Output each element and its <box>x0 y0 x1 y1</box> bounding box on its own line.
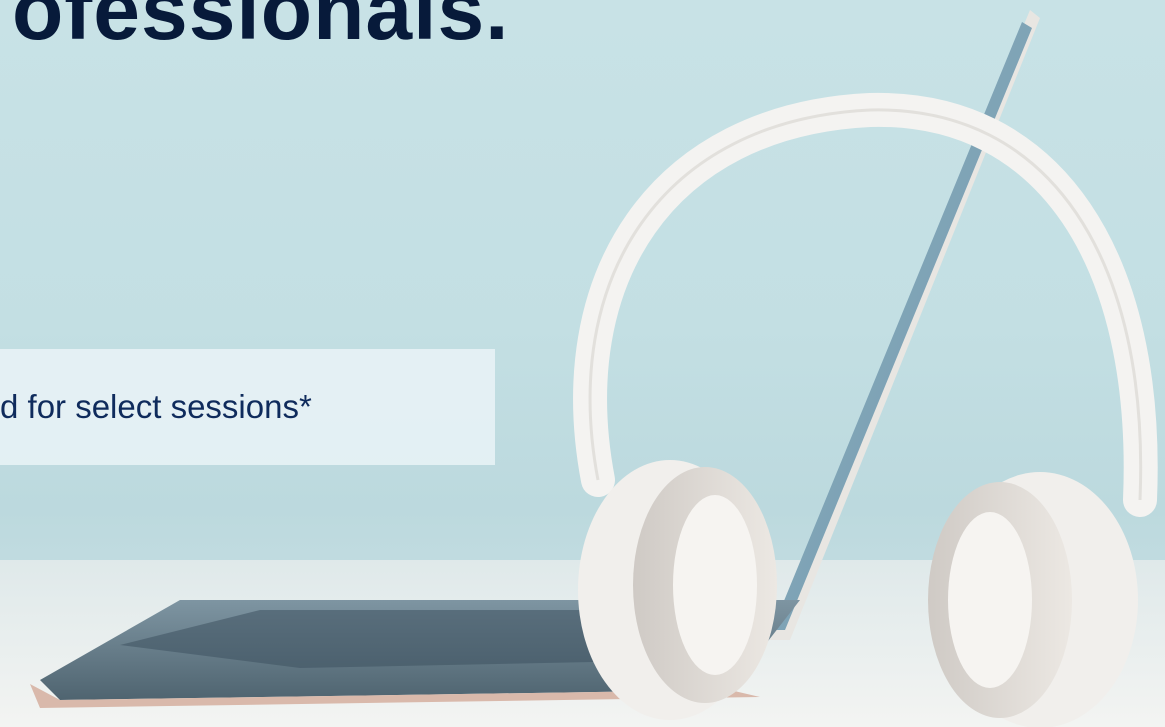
hero-banner: ofessionals. d for select sessions* <box>0 0 1165 727</box>
session-note-text: d for select sessions* <box>0 388 312 425</box>
session-note-banner: d for select sessions* <box>0 349 495 465</box>
hero-headline: ofessionals. <box>12 0 510 57</box>
right-ear-cup <box>928 472 1138 727</box>
